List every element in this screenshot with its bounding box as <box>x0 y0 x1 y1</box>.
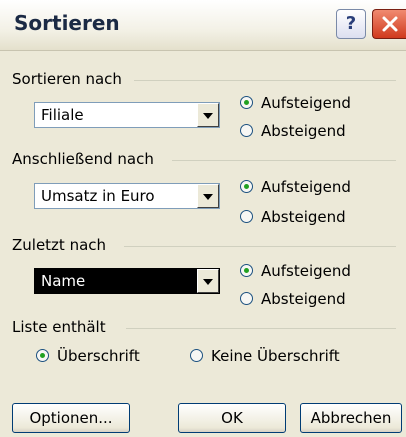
radio-indicator <box>240 124 253 137</box>
then-by-descending-label: Absteigend <box>261 208 346 226</box>
help-icon: ? <box>345 13 357 34</box>
close-icon <box>382 16 398 32</box>
title-bar: Sortieren ? <box>0 0 406 51</box>
no-header-radio-label: Keine Überschrift <box>211 347 340 365</box>
last-by-descending-label: Absteigend <box>261 290 346 308</box>
window-title: Sortieren <box>14 11 120 35</box>
radio-indicator <box>190 349 203 362</box>
then-by-dropdown-button[interactable] <box>197 184 219 208</box>
radio-indicator <box>240 96 253 109</box>
sort-by-descending-label: Absteigend <box>261 122 346 140</box>
ok-button[interactable]: OK <box>178 403 286 433</box>
sort-by-ascending-label: Aufsteigend <box>261 94 351 112</box>
sort-by-value: Filiale <box>41 106 84 124</box>
close-button[interactable] <box>372 9 406 39</box>
then-by-value: Umsatz in Euro <box>41 187 155 205</box>
cancel-button[interactable]: Abbrechen <box>300 403 402 433</box>
last-by-combobox[interactable]: Name <box>34 268 220 294</box>
then-by-combobox[interactable]: Umsatz in Euro <box>34 183 220 209</box>
last-by-divider <box>124 246 396 247</box>
last-by-label: Zuletzt nach <box>12 236 107 254</box>
list-contains-label: Liste enthält <box>12 318 106 336</box>
then-by-ascending-label: Aufsteigend <box>261 178 351 196</box>
last-by-dropdown-button[interactable] <box>197 269 219 293</box>
radio-indicator <box>240 180 253 193</box>
radio-indicator <box>240 264 253 277</box>
sort-by-dropdown-button[interactable] <box>197 103 219 127</box>
then-by-label: Anschließend nach <box>12 150 154 168</box>
radio-indicator <box>240 210 253 223</box>
options-button[interactable]: Optionen... <box>12 403 130 433</box>
list-contains-divider <box>126 328 396 329</box>
last-by-ascending-label: Aufsteigend <box>261 262 351 280</box>
radio-indicator <box>36 349 49 362</box>
radio-indicator <box>240 292 253 305</box>
sort-by-label: Sortieren nach <box>12 70 122 88</box>
help-button[interactable]: ? <box>336 9 366 39</box>
header-radio-label: Überschrift <box>57 347 140 365</box>
then-by-divider <box>172 160 396 161</box>
last-by-value: Name <box>41 272 86 290</box>
sort-by-combobox[interactable]: Filiale <box>34 102 220 128</box>
sort-by-divider <box>134 80 396 81</box>
